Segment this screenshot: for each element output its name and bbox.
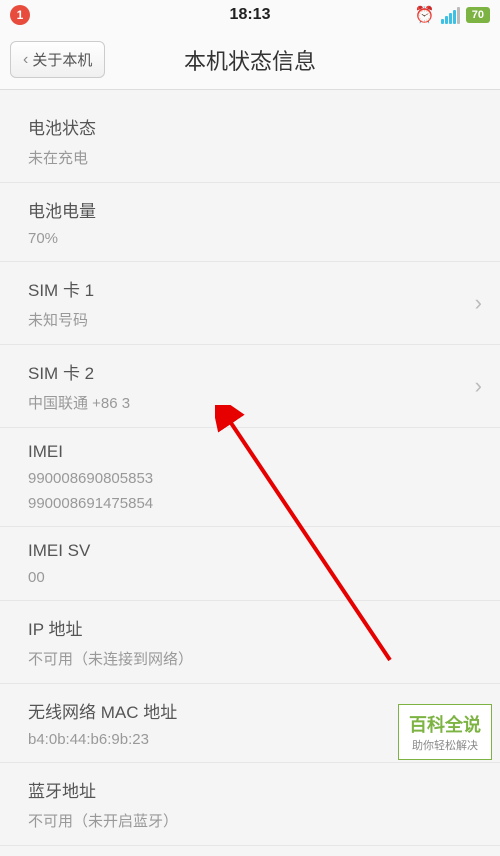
- row-value: 不可用（未开启蓝牙）: [28, 810, 472, 831]
- status-bar: 1 18:13 ⏰ 70: [0, 0, 500, 30]
- status-time: 18:13: [230, 6, 271, 24]
- status-right: ⏰ 70: [415, 5, 490, 25]
- watermark-title: 百科全说: [409, 711, 481, 737]
- row-battery-status: 电池状态 未在充电: [0, 100, 500, 183]
- row-value: 中国联通 +86 3: [28, 392, 472, 413]
- alarm-icon: ⏰: [415, 5, 435, 25]
- chevron-right-icon: ›: [475, 373, 482, 399]
- row-title: SIM 卡 1: [28, 276, 472, 301]
- row-sim2[interactable]: SIM 卡 2 中国联通 +86 3 ›: [0, 345, 500, 428]
- row-value: 不可用（未连接到网络）: [28, 648, 472, 669]
- chevron-left-icon: ‹: [23, 51, 28, 69]
- status-left: 1: [10, 5, 30, 25]
- row-value: 70%: [28, 230, 472, 247]
- row-sim1[interactable]: SIM 卡 1 未知号码 ›: [0, 262, 500, 345]
- signal-icon: [441, 7, 460, 24]
- row-value: 未在充电: [28, 147, 472, 168]
- page-title: 本机状态信息: [184, 44, 316, 76]
- row-value: 990008691475854: [28, 495, 472, 512]
- row-title: 电池电量: [28, 197, 472, 222]
- chevron-right-icon: ›: [475, 290, 482, 316]
- back-label: 关于本机: [32, 49, 92, 70]
- row-title: SIM 卡 2: [28, 359, 472, 384]
- row-imei-sv: IMEI SV 00: [0, 527, 500, 601]
- notification-badge: 1: [10, 5, 30, 25]
- row-title: IMEI SV: [28, 541, 472, 561]
- row-imei: IMEI 990008690805853 990008691475854: [0, 428, 500, 527]
- row-title: IMEI: [28, 442, 472, 462]
- row-battery-level: 电池电量 70%: [0, 183, 500, 262]
- row-bluetooth: 蓝牙地址 不可用（未开启蓝牙）: [0, 763, 500, 846]
- nav-bar: ‹ 关于本机 本机状态信息: [0, 30, 500, 90]
- watermark-sub: 助你轻松解决: [409, 737, 481, 753]
- row-value: 00: [28, 569, 472, 586]
- back-button[interactable]: ‹ 关于本机: [10, 41, 105, 78]
- row-value: 未知号码: [28, 309, 472, 330]
- watermark: 百科全说 助你轻松解决: [398, 704, 492, 760]
- battery-badge: 70: [466, 7, 490, 23]
- row-title: IP 地址: [28, 615, 472, 640]
- row-value: 990008690805853: [28, 470, 472, 487]
- row-title: 电池状态: [28, 114, 472, 139]
- row-ip: IP 地址 不可用（未连接到网络）: [0, 601, 500, 684]
